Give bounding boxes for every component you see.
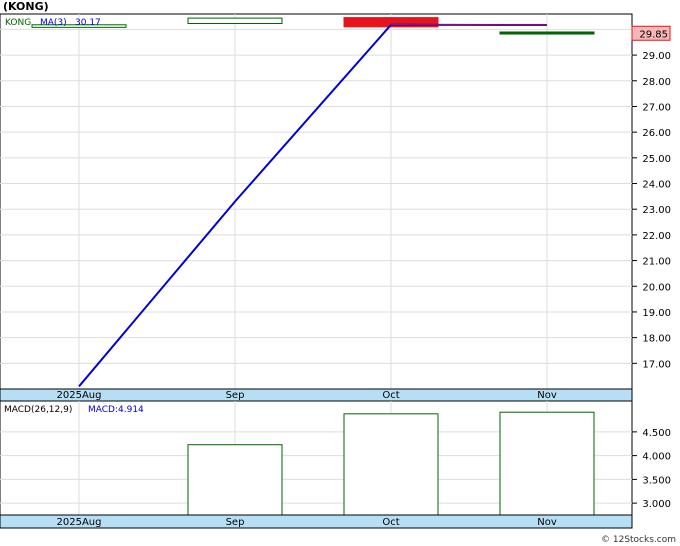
price-tick-label: 17.00 xyxy=(642,359,671,370)
price-tick-label: 18.00 xyxy=(642,334,671,345)
macd-legend-value: MACD:4.914 xyxy=(88,405,144,415)
price-tick-label: 27.00 xyxy=(642,102,671,113)
price-tick-label: 26.00 xyxy=(642,128,671,139)
price-tick-label: 24.00 xyxy=(642,180,671,191)
price-axis: 17.00 18.00 19.00 20.00 21.00 22.00 23.00 24.00… xyxy=(632,25,671,370)
price-x-label: Sep xyxy=(226,390,245,401)
macd-x-label: 2025Aug xyxy=(57,517,102,528)
macd-bar xyxy=(187,444,283,516)
watermark: © 12Stocks.com xyxy=(601,535,676,545)
legend-ma-label: MA(3) xyxy=(40,18,67,28)
price-panel xyxy=(0,13,633,390)
macd-x-label: Oct xyxy=(382,517,399,528)
macd-x-label: Sep xyxy=(226,517,245,528)
price-x-label: Nov xyxy=(537,390,557,401)
macd-tick-label: 4.000 xyxy=(642,452,671,463)
price-x-label: 2025Aug xyxy=(57,390,102,401)
chart-title: (KONG) xyxy=(3,0,49,13)
stock-chart: 17.00 18.00 19.00 20.00 21.00 22.00 23.00 24.00… xyxy=(0,0,676,545)
macd-legend-label: MACD(26,12,9) xyxy=(4,405,72,415)
legend-ma-value: 30.17 xyxy=(75,18,101,28)
price-x-label: Oct xyxy=(382,390,399,401)
macd-tick-label: 3.000 xyxy=(642,499,671,510)
price-tick-label: 28.00 xyxy=(642,77,671,88)
price-tick-label: 29.00 xyxy=(642,51,671,62)
macd-bar xyxy=(343,413,439,516)
candle xyxy=(499,31,595,35)
price-tick-label: 20.00 xyxy=(642,282,671,293)
price-tick-label: 19.00 xyxy=(642,308,671,319)
price-tick-label: 22.00 xyxy=(642,231,671,242)
macd-x-label: Nov xyxy=(537,517,557,528)
last-price-label: 29.85 xyxy=(639,29,668,40)
candle xyxy=(187,17,283,25)
macd-tick-label: 4.500 xyxy=(642,428,671,439)
price-tick-label: 25.00 xyxy=(642,154,671,165)
macd-axis: 3.000 3.500 4.000 4.500 xyxy=(632,428,671,510)
macd-tick-label: 3.500 xyxy=(642,475,671,486)
price-tick-label: 23.00 xyxy=(642,205,671,216)
legend-symbol: KONG xyxy=(5,18,31,28)
macd-bar xyxy=(499,411,595,516)
price-tick-label: 21.00 xyxy=(642,257,671,268)
